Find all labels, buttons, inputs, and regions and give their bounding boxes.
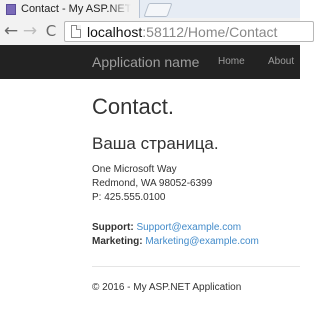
contact-marketing: Marketing: Marketing@example.com: [92, 235, 259, 249]
contact-support: Support: Support@example.com: [92, 221, 241, 235]
url-host: localhost: [87, 24, 143, 40]
address-city: Redmond, WA 98052-6399: [92, 178, 213, 189]
tab-title: Contact - My ASP.NET Application: [21, 3, 131, 15]
browser-tab[interactable]: Contact - My ASP.NET Application: [0, 0, 140, 18]
address-phone: P: 425.555.0100: [92, 192, 166, 203]
marketing-label: Marketing:: [92, 236, 143, 247]
page-subtitle: Ваша страница.: [92, 134, 219, 153]
page-title: Contact.: [92, 94, 174, 119]
site-navbar: Application name Home About: [0, 45, 300, 79]
back-arrow-icon[interactable]: ←: [2, 22, 20, 40]
page-icon: [71, 25, 81, 38]
brand-link[interactable]: Application name: [92, 54, 199, 70]
address-bar[interactable]: localhost:58112/Home/Contact: [64, 21, 314, 42]
support-label: Support:: [92, 222, 134, 233]
address-street: One Microsoft Way: [92, 164, 177, 175]
new-tab-button[interactable]: [143, 3, 173, 17]
nav-link-home[interactable]: Home: [218, 56, 245, 67]
nav-link-about[interactable]: About: [268, 56, 294, 67]
browser-tab-strip: Contact - My ASP.NET Application: [0, 0, 300, 18]
forward-arrow-icon[interactable]: →: [21, 22, 39, 40]
url-path: :58112/Home/Contact: [142, 24, 278, 40]
support-email-link[interactable]: Support@example.com: [136, 222, 241, 233]
marketing-email-link[interactable]: Marketing@example.com: [145, 236, 259, 247]
reload-icon[interactable]: C: [42, 22, 60, 40]
footer-text: © 2016 - My ASP.NET Application: [92, 282, 242, 293]
favicon-icon: [6, 3, 16, 15]
browser-toolbar: ← → C localhost:58112/Home/Contact: [0, 18, 314, 46]
footer-divider: [92, 266, 300, 267]
url-text[interactable]: localhost:58112/Home/Contact: [87, 23, 277, 41]
